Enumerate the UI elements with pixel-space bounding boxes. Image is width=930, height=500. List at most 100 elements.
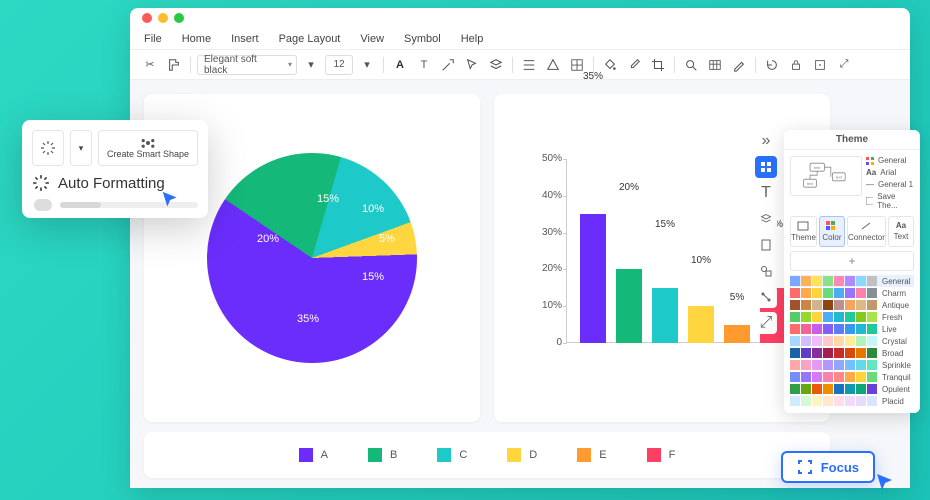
font-select[interactable]: Elegant soft black bbox=[197, 55, 297, 75]
theme-name: Antique bbox=[882, 301, 914, 310]
rail-text[interactable]: T bbox=[755, 182, 777, 204]
legend-item[interactable]: B bbox=[368, 448, 397, 462]
close-window-button[interactable] bbox=[142, 13, 152, 23]
theme-tab-connector[interactable]: Connector bbox=[847, 216, 886, 247]
svg-text:text: text bbox=[836, 174, 843, 179]
legend-item[interactable]: A bbox=[299, 448, 328, 462]
table-button[interactable] bbox=[705, 55, 725, 75]
lock-button[interactable] bbox=[786, 55, 806, 75]
pen-button[interactable] bbox=[729, 55, 749, 75]
rail-page[interactable] bbox=[755, 234, 777, 256]
overflow-button[interactable] bbox=[810, 55, 830, 75]
theme-preview[interactable]: texttexttext bbox=[790, 156, 862, 196]
color-swatch bbox=[790, 288, 800, 298]
color-swatch bbox=[790, 372, 800, 382]
theme-side-general[interactable]: General bbox=[866, 156, 914, 165]
bar-value-label: 5% bbox=[724, 292, 750, 303]
menu-home[interactable]: Home bbox=[182, 33, 211, 45]
color-swatch bbox=[790, 276, 800, 286]
theme-row[interactable]: Opulent bbox=[790, 383, 914, 395]
menu-insert[interactable]: Insert bbox=[231, 33, 259, 45]
text-button[interactable]: T bbox=[414, 55, 434, 75]
cut-button[interactable]: ✂ bbox=[140, 55, 160, 75]
color-swatch bbox=[867, 372, 877, 382]
legend-item[interactable]: E bbox=[577, 448, 606, 462]
maximize-window-button[interactable] bbox=[174, 13, 184, 23]
menu-symbol[interactable]: Symbol bbox=[404, 33, 441, 45]
theme-add-button[interactable]: + bbox=[790, 251, 914, 271]
font-dropdown[interactable]: ▾ bbox=[301, 55, 321, 75]
theme-row[interactable]: Charm bbox=[790, 287, 914, 299]
legend-item[interactable]: D bbox=[507, 448, 537, 462]
theme-row[interactable]: Broad bbox=[790, 347, 914, 359]
theme-row[interactable]: Crystal bbox=[790, 335, 914, 347]
bar: 35% bbox=[580, 214, 606, 343]
color-swatch bbox=[801, 360, 811, 370]
legend-label: B bbox=[390, 449, 397, 461]
theme-row[interactable]: Live bbox=[790, 323, 914, 335]
legend-item[interactable]: F bbox=[647, 448, 676, 462]
theme-side-font[interactable]: AaArial bbox=[866, 168, 914, 177]
color-swatch bbox=[856, 312, 866, 322]
minimize-window-button[interactable] bbox=[158, 13, 168, 23]
menu-page-layout[interactable]: Page Layout bbox=[279, 33, 341, 45]
eyedropper-button[interactable] bbox=[624, 55, 644, 75]
legend-item[interactable]: C bbox=[437, 448, 467, 462]
y-axis-tick: 10% bbox=[532, 300, 562, 311]
rail-collapse[interactable]: » bbox=[755, 130, 777, 152]
create-smart-shape-button[interactable]: Create Smart Shape bbox=[98, 130, 198, 166]
y-axis-tick: 40% bbox=[532, 190, 562, 201]
search-button[interactable] bbox=[681, 55, 701, 75]
sparkle-button[interactable] bbox=[32, 130, 64, 166]
theme-row[interactable]: General bbox=[790, 275, 914, 287]
theme-row[interactable]: Sprinkle bbox=[790, 359, 914, 371]
sparkle-dropdown[interactable]: ▾ bbox=[70, 130, 92, 166]
rail-expand[interactable]: ⤢ bbox=[755, 312, 777, 334]
rail-layers[interactable] bbox=[755, 208, 777, 230]
menu-view[interactable]: View bbox=[360, 33, 384, 45]
theme-tab-text[interactable]: AaText bbox=[888, 216, 914, 247]
align-button[interactable] bbox=[519, 55, 539, 75]
font-color-button[interactable]: A bbox=[390, 55, 410, 75]
theme-row[interactable]: Placid bbox=[790, 395, 914, 407]
font-size-dropdown[interactable]: ▾ bbox=[357, 55, 377, 75]
pointer-button[interactable] bbox=[462, 55, 482, 75]
color-swatch bbox=[867, 300, 877, 310]
connector-button[interactable] bbox=[438, 55, 458, 75]
menu-help[interactable]: Help bbox=[461, 33, 484, 45]
color-swatch bbox=[823, 312, 833, 322]
expand-button[interactable]: ⤢ bbox=[834, 55, 854, 75]
theme-side-save[interactable]: Save The... bbox=[866, 192, 914, 210]
menu-file[interactable]: File bbox=[144, 33, 162, 45]
font-size[interactable]: 12 bbox=[325, 55, 353, 75]
rail-shapes[interactable] bbox=[755, 260, 777, 282]
theme-tab-color[interactable]: Color bbox=[819, 216, 845, 247]
rail-connectors[interactable] bbox=[755, 286, 777, 308]
theme-side-general1[interactable]: —General 1 bbox=[866, 180, 914, 189]
theme-row[interactable]: Fresh bbox=[790, 311, 914, 323]
theme-name: Opulent bbox=[882, 385, 914, 394]
color-swatch bbox=[823, 276, 833, 286]
color-swatch bbox=[856, 360, 866, 370]
focus-button[interactable]: Focus bbox=[781, 451, 875, 483]
color-swatch bbox=[812, 288, 822, 298]
color-swatch bbox=[834, 396, 844, 406]
color-swatch bbox=[790, 396, 800, 406]
crop-button[interactable] bbox=[648, 55, 668, 75]
legend-label: D bbox=[529, 449, 537, 461]
color-swatch bbox=[801, 336, 811, 346]
theme-panel-title: Theme bbox=[784, 130, 920, 150]
color-swatch bbox=[790, 384, 800, 394]
warn-button[interactable] bbox=[543, 55, 563, 75]
theme-row[interactable]: Tranquil bbox=[790, 371, 914, 383]
theme-name: Fresh bbox=[882, 313, 914, 322]
paint-button[interactable] bbox=[164, 55, 184, 75]
rail-grid[interactable] bbox=[755, 156, 777, 178]
color-swatch bbox=[834, 336, 844, 346]
history-button[interactable] bbox=[762, 55, 782, 75]
color-swatch bbox=[812, 300, 822, 310]
theme-row[interactable]: Antique bbox=[790, 299, 914, 311]
color-swatch bbox=[834, 384, 844, 394]
theme-tab-theme[interactable]: Theme bbox=[790, 216, 817, 247]
layers-button[interactable] bbox=[486, 55, 506, 75]
